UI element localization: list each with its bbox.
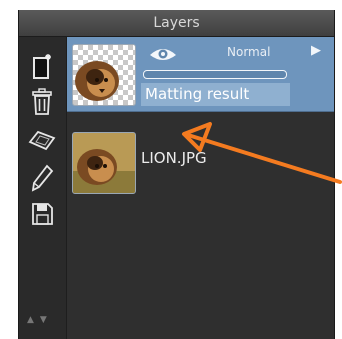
layer-list: Normal ▶ Matting result LION.JPG [67, 37, 334, 339]
scroll-arrows-icon[interactable]: ▲▼ [27, 315, 53, 325]
layer-thumbnail [72, 132, 136, 194]
save-icon[interactable] [27, 199, 57, 229]
opacity-slider[interactable] [143, 70, 287, 79]
blend-mode-select[interactable]: Normal [227, 45, 270, 59]
pencil-icon[interactable] [27, 163, 57, 193]
layer-name-label: LION.JPG [141, 149, 207, 167]
trash-icon[interactable] [27, 87, 57, 117]
layer-thumbnail [72, 44, 136, 106]
panel-title: Layers [19, 10, 334, 37]
layers-panel: Layers ▲▼ Normal ▶ Matting result LION.J… [18, 10, 335, 339]
new-layer-icon[interactable] [27, 51, 57, 81]
layer-name-field[interactable]: Matting result [141, 83, 290, 106]
layer-row-lion-jpg[interactable]: LION.JPG [67, 117, 334, 194]
tablet-icon[interactable] [27, 125, 57, 155]
layer-row-matting-result[interactable]: Normal ▶ Matting result [67, 37, 334, 112]
visibility-eye-icon[interactable] [149, 45, 177, 67]
layer-toolstrip: ▲▼ [19, 37, 67, 339]
expand-arrow-icon[interactable]: ▶ [311, 43, 321, 58]
